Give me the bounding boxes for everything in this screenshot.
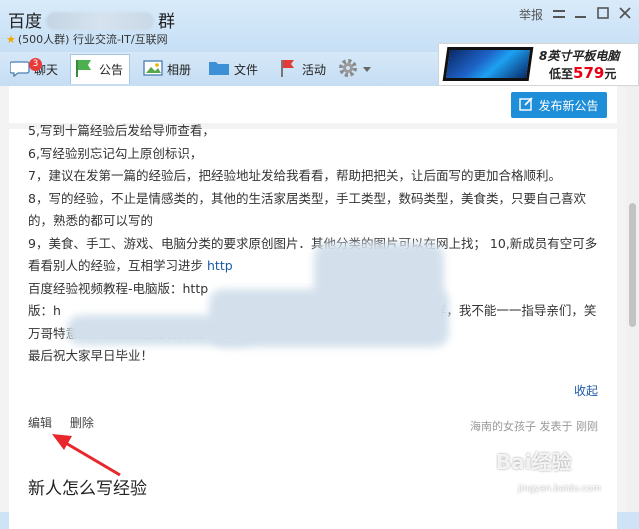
tab-chat[interactable]: 3 聊天 bbox=[9, 56, 58, 82]
menu-icon[interactable] bbox=[553, 8, 565, 22]
tab-announcement[interactable]: 公告 bbox=[70, 54, 131, 84]
star-icon: ★ bbox=[6, 33, 16, 46]
tab-announcement-label: 公告 bbox=[99, 63, 124, 77]
announcement-header: 发布新公告 bbox=[9, 86, 617, 123]
ad-price: 低至579元 bbox=[549, 64, 617, 82]
article-line: 5,写到十篇经验后发给导师查看， bbox=[28, 123, 215, 138]
scrollbar-thumb[interactable] bbox=[629, 203, 636, 327]
minimize-icon[interactable] bbox=[575, 8, 587, 22]
redacted-name-blur bbox=[46, 12, 154, 30]
collapse-link[interactable]: 收起 bbox=[574, 382, 598, 399]
delete-link[interactable]: 删除 bbox=[70, 416, 94, 430]
article-line: 8，写的经验，不止是情感类的，其他的生活家居类型，手工类型，数码类型，美食类，只… bbox=[28, 190, 586, 229]
tablet-ad-banner[interactable]: 8英寸平板电脑 低至579元 bbox=[438, 43, 639, 86]
article-line: 最后祝大家早日毕业！ bbox=[28, 348, 154, 363]
settings-dropdown[interactable] bbox=[337, 56, 371, 82]
scrollbar[interactable] bbox=[626, 86, 639, 512]
chevron-down-icon bbox=[363, 62, 371, 76]
watermark-url: jingyan.baidu.com bbox=[518, 484, 602, 494]
tab-activity[interactable]: 活动 bbox=[278, 56, 326, 82]
group-toolbar: 3 聊天 公告 相册 文件 活动 bbox=[0, 52, 438, 86]
ad-headline: 8英寸平板电脑 bbox=[539, 49, 620, 63]
activity-flag-icon bbox=[278, 58, 298, 81]
announcement-title[interactable]: 新人怎么写经验 bbox=[28, 474, 147, 499]
unread-badge: 3 bbox=[29, 58, 42, 71]
article-line: 6,写经验别忘记勾上原创标识， bbox=[28, 145, 203, 161]
report-link[interactable]: 举报 bbox=[519, 6, 543, 23]
tab-album[interactable]: 相册 bbox=[143, 56, 191, 82]
article-line: 7，建议在发第一篇的经验后，把经验地址发给我看看，帮助把把关，让后面写的更加合格… bbox=[28, 168, 561, 183]
publish-announcement-button[interactable]: 发布新公告 bbox=[511, 92, 607, 118]
group-name: 百度群 bbox=[8, 12, 175, 32]
author-info: 海南的女孩子 发表于 刚刚 bbox=[470, 420, 598, 433]
announcement-actions: 编辑 删除 bbox=[28, 414, 108, 431]
redaction-blur bbox=[67, 315, 257, 345]
tab-files-label: 文件 bbox=[234, 62, 259, 77]
maximize-icon[interactable] bbox=[597, 7, 609, 22]
link[interactable]: http bbox=[207, 258, 233, 273]
photo-icon bbox=[143, 59, 163, 80]
tab-activity-label: 活动 bbox=[302, 62, 327, 77]
edit-icon bbox=[519, 96, 534, 114]
chat-icon bbox=[9, 59, 30, 80]
window-controls: 举报 bbox=[519, 6, 631, 23]
group-meta: ★ (500人群) 行业交流-IT/互联网 bbox=[6, 33, 168, 46]
gear-icon bbox=[337, 57, 359, 82]
announcement-flag-icon bbox=[73, 58, 95, 81]
watermark-logo: Bai经验 bbox=[496, 450, 572, 474]
tab-album-label: 相册 bbox=[167, 62, 192, 77]
edit-link[interactable]: 编辑 bbox=[28, 416, 52, 430]
tablet-image bbox=[442, 47, 534, 81]
folder-icon bbox=[208, 59, 230, 80]
tab-files[interactable]: 文件 bbox=[208, 56, 258, 82]
close-icon[interactable] bbox=[619, 7, 631, 22]
